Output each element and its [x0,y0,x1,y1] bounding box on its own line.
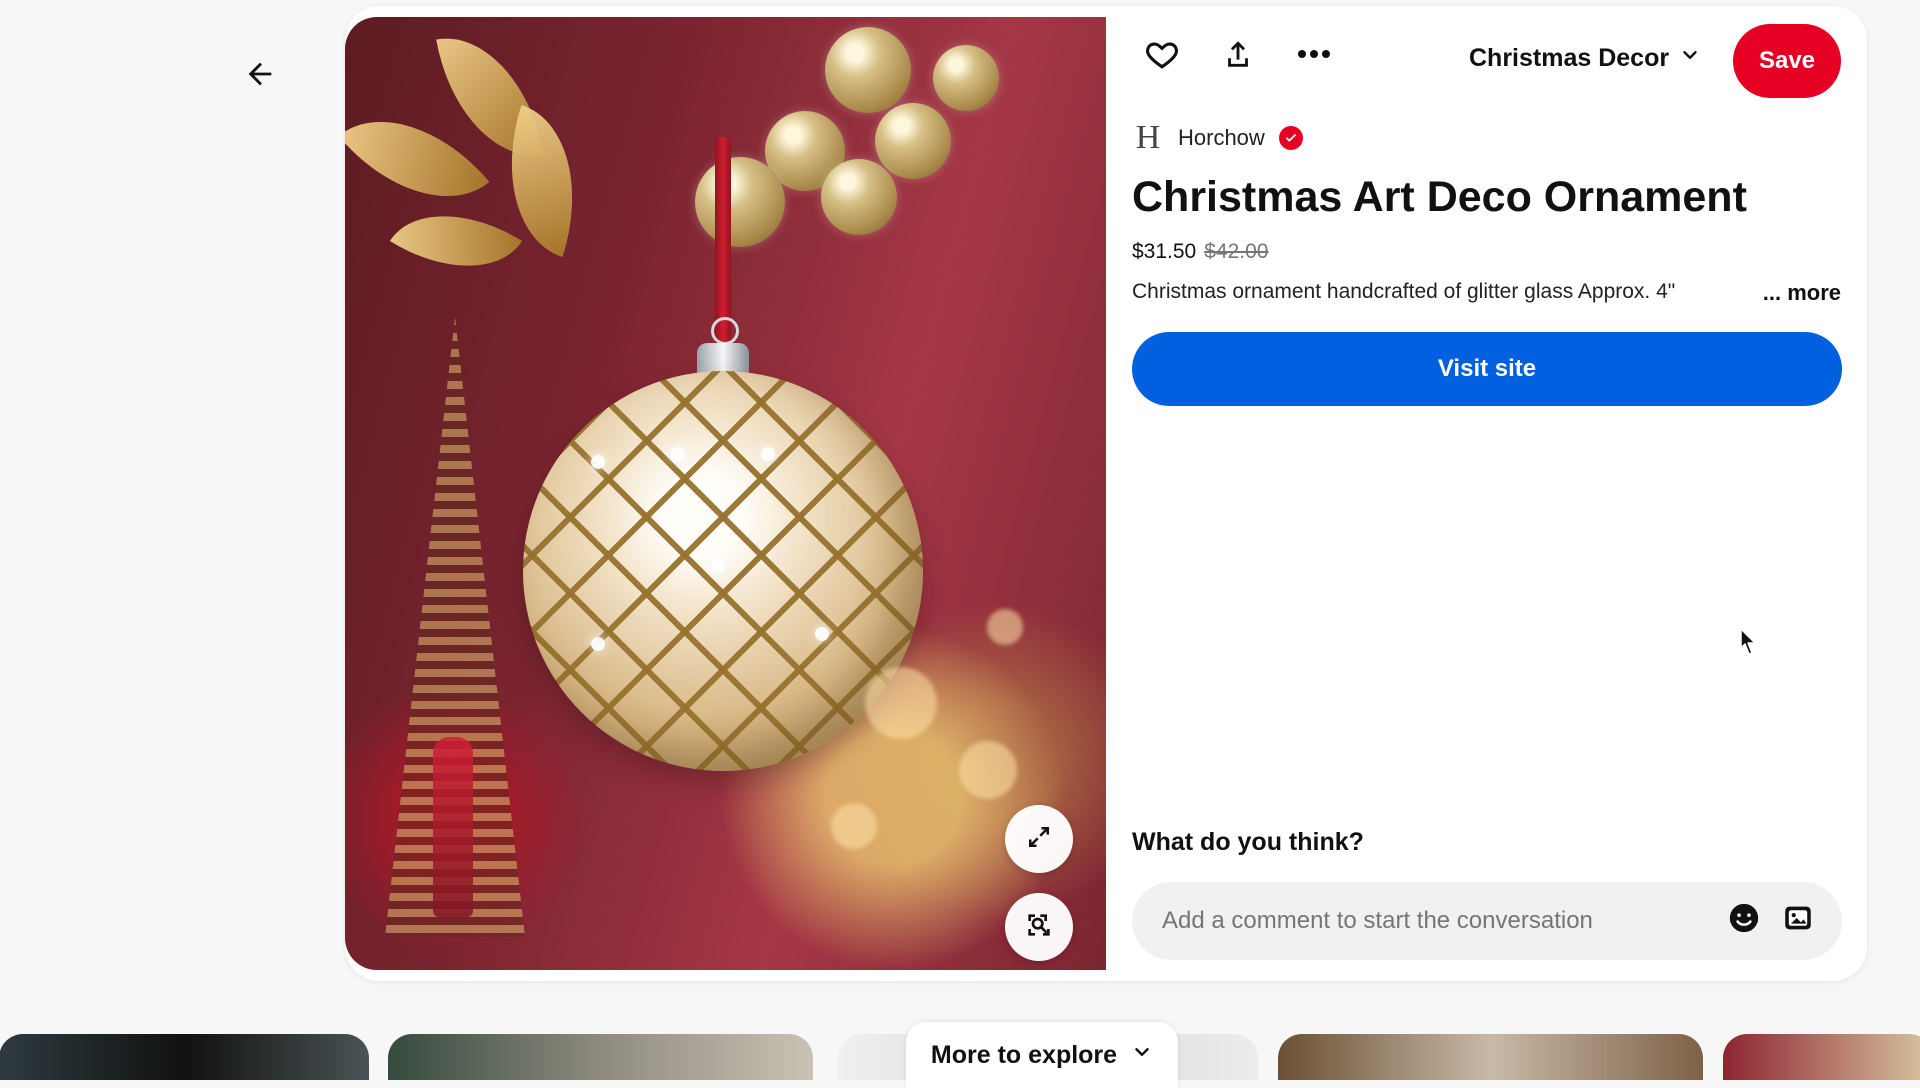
gold-berry [933,45,999,111]
gold-leaf [389,181,523,301]
pin-actions: Christmas Decor Save [1132,24,1841,100]
related-pin-thumbnail[interactable] [1278,1034,1703,1080]
like-button[interactable] [1132,26,1192,86]
gold-berry [821,159,897,235]
ornament-ball [523,371,923,771]
ornament-sparkle [711,559,725,573]
chevron-down-icon [1679,44,1701,73]
pin-image [345,17,1106,970]
back-button[interactable] [236,52,284,100]
ornament-ribbon [715,137,731,345]
more-description-link[interactable]: ... more [1763,280,1841,306]
ornament-sparkle [761,447,775,461]
emoji-button[interactable] [1724,900,1764,940]
ornament-loop [711,317,739,345]
price-row: $31.50 $42.00 [1132,240,1268,264]
bokeh-light [987,609,1023,645]
creator-row[interactable]: H Horchow [1132,119,1303,156]
related-pin-thumbnail[interactable] [1723,1034,1920,1080]
expand-button[interactable] [1005,805,1073,873]
share-icon [1221,37,1255,76]
mouse-cursor-icon [1740,628,1756,655]
creator-avatar: H [1135,119,1161,156]
ornament-sparkle [591,455,605,469]
pin-card: Christmas Decor Save H Horchow Christmas… [345,6,1867,981]
image-icon [1781,901,1815,940]
comments-heading: What do you think? [1132,828,1364,856]
creator-name: Horchow [1178,125,1265,150]
gold-berry [695,157,785,247]
more-icon [1296,47,1332,65]
check-badge-icon [1278,126,1303,150]
ornament-sparkle [591,637,605,651]
ornament-sparkle [815,627,829,641]
more-to-explore-button[interactable]: More to explore [906,1022,1178,1088]
comment-input[interactable] [1160,906,1724,936]
save-button[interactable]: Save [1733,24,1841,98]
bokeh-light [831,803,877,849]
pin-description: Christmas ornament handcrafted of glitte… [1132,280,1676,303]
more-to-explore-label: More to explore [930,1040,1118,1069]
visit-site-button[interactable]: Visit site [1132,332,1842,406]
gold-berry [825,27,911,113]
arrow-left-icon [243,57,277,96]
board-select[interactable]: Christmas Decor [1469,38,1701,78]
related-pin-thumbnail[interactable] [0,1034,369,1080]
comment-box [1132,882,1842,960]
expand-icon [1024,822,1054,857]
board-select-label: Christmas Decor [1469,43,1670,72]
lens-search-icon [1023,909,1055,946]
page-title: Christmas Art Deco Ornament [1132,173,1747,221]
share-button[interactable] [1208,26,1268,86]
chevron-down-icon [1131,1041,1153,1070]
heart-icon [1145,37,1179,76]
current-price: $31.50 [1132,240,1197,263]
emoji-icon [1727,901,1761,940]
pin-info-panel: Christmas Decor Save H Horchow Christmas… [1132,6,1842,981]
gold-berry [875,103,951,179]
original-price: $42.00 [1204,240,1269,263]
bokeh-light [865,667,937,739]
visual-search-button[interactable] [1005,893,1073,961]
ornament-sparkle [671,447,685,461]
background-candle [433,737,473,917]
more-options-button[interactable] [1284,26,1344,86]
related-pin-thumbnail[interactable] [388,1034,813,1080]
image-upload-button[interactable] [1778,900,1818,940]
bokeh-light [959,741,1017,799]
